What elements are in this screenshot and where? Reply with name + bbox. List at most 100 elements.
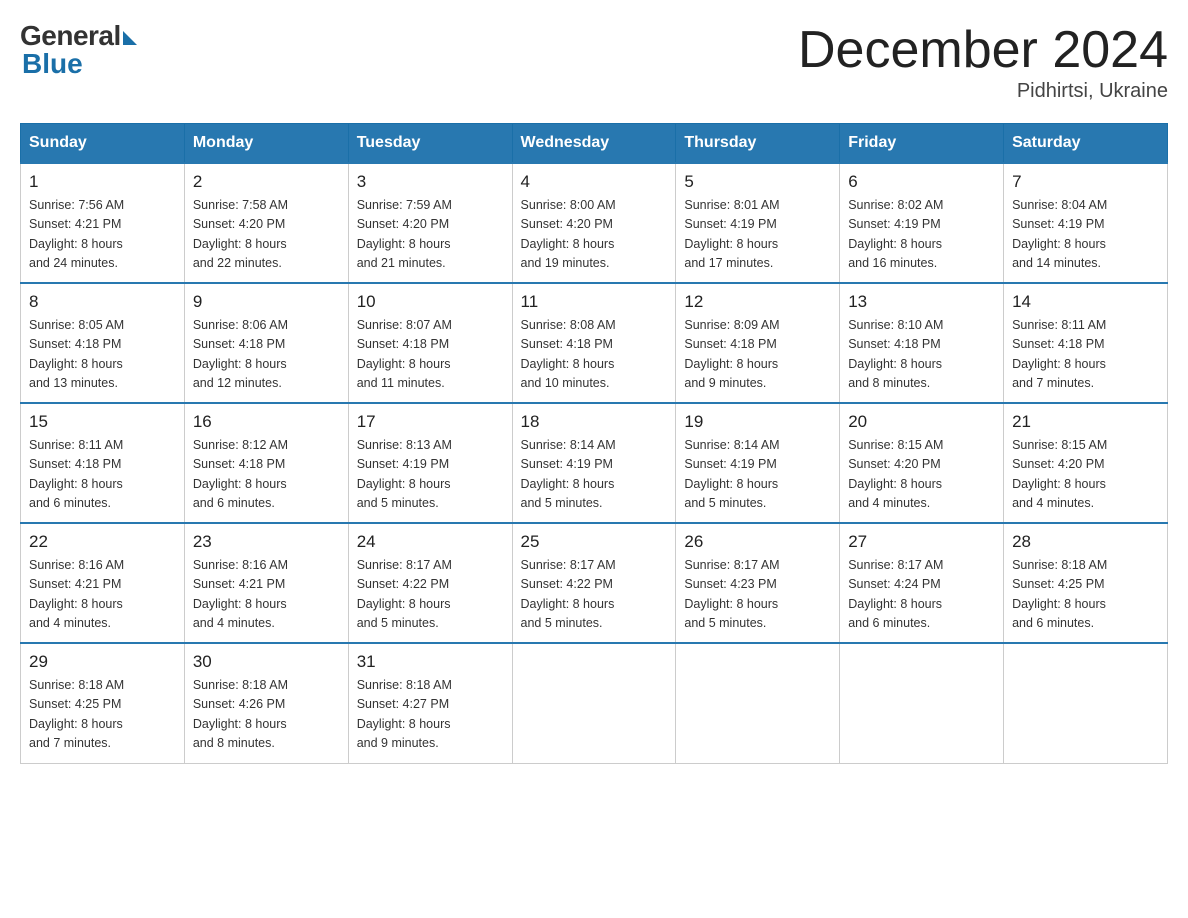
day-number: 21: [1012, 412, 1159, 432]
table-row: 1 Sunrise: 7:56 AM Sunset: 4:21 PM Dayli…: [21, 163, 185, 283]
day-number: 4: [521, 172, 668, 192]
logo-blue-text: Blue: [22, 48, 137, 80]
day-number: 18: [521, 412, 668, 432]
day-number: 5: [684, 172, 831, 192]
day-info: Sunrise: 8:16 AM Sunset: 4:21 PM Dayligh…: [193, 556, 340, 634]
day-number: 1: [29, 172, 176, 192]
col-monday: Monday: [184, 124, 348, 164]
day-number: 27: [848, 532, 995, 552]
day-number: 15: [29, 412, 176, 432]
calendar-week-row: 22 Sunrise: 8:16 AM Sunset: 4:21 PM Dayl…: [21, 523, 1168, 643]
day-number: 13: [848, 292, 995, 312]
day-number: 7: [1012, 172, 1159, 192]
col-wednesday: Wednesday: [512, 124, 676, 164]
table-row: 4 Sunrise: 8:00 AM Sunset: 4:20 PM Dayli…: [512, 163, 676, 283]
col-tuesday: Tuesday: [348, 124, 512, 164]
day-info: Sunrise: 8:11 AM Sunset: 4:18 PM Dayligh…: [29, 436, 176, 514]
day-number: 24: [357, 532, 504, 552]
table-row: 19 Sunrise: 8:14 AM Sunset: 4:19 PM Dayl…: [676, 403, 840, 523]
day-number: 30: [193, 652, 340, 672]
table-row: 22 Sunrise: 8:16 AM Sunset: 4:21 PM Dayl…: [21, 523, 185, 643]
day-info: Sunrise: 8:17 AM Sunset: 4:23 PM Dayligh…: [684, 556, 831, 634]
day-info: Sunrise: 8:14 AM Sunset: 4:19 PM Dayligh…: [521, 436, 668, 514]
table-row: 24 Sunrise: 8:17 AM Sunset: 4:22 PM Dayl…: [348, 523, 512, 643]
calendar-week-row: 15 Sunrise: 8:11 AM Sunset: 4:18 PM Dayl…: [21, 403, 1168, 523]
day-number: 2: [193, 172, 340, 192]
day-info: Sunrise: 8:10 AM Sunset: 4:18 PM Dayligh…: [848, 316, 995, 394]
table-row: 26 Sunrise: 8:17 AM Sunset: 4:23 PM Dayl…: [676, 523, 840, 643]
day-number: 6: [848, 172, 995, 192]
table-row: 12 Sunrise: 8:09 AM Sunset: 4:18 PM Dayl…: [676, 283, 840, 403]
table-row: 30 Sunrise: 8:18 AM Sunset: 4:26 PM Dayl…: [184, 643, 348, 763]
day-info: Sunrise: 8:16 AM Sunset: 4:21 PM Dayligh…: [29, 556, 176, 634]
day-info: Sunrise: 8:18 AM Sunset: 4:25 PM Dayligh…: [1012, 556, 1159, 634]
table-row: 9 Sunrise: 8:06 AM Sunset: 4:18 PM Dayli…: [184, 283, 348, 403]
day-info: Sunrise: 8:12 AM Sunset: 4:18 PM Dayligh…: [193, 436, 340, 514]
table-row: 5 Sunrise: 8:01 AM Sunset: 4:19 PM Dayli…: [676, 163, 840, 283]
col-friday: Friday: [840, 124, 1004, 164]
calendar-header-row: Sunday Monday Tuesday Wednesday Thursday…: [21, 124, 1168, 164]
table-row: 17 Sunrise: 8:13 AM Sunset: 4:19 PM Dayl…: [348, 403, 512, 523]
table-row: 27 Sunrise: 8:17 AM Sunset: 4:24 PM Dayl…: [840, 523, 1004, 643]
table-row: 3 Sunrise: 7:59 AM Sunset: 4:20 PM Dayli…: [348, 163, 512, 283]
day-info: Sunrise: 8:18 AM Sunset: 4:26 PM Dayligh…: [193, 676, 340, 754]
day-info: Sunrise: 8:17 AM Sunset: 4:22 PM Dayligh…: [357, 556, 504, 634]
table-row: 10 Sunrise: 8:07 AM Sunset: 4:18 PM Dayl…: [348, 283, 512, 403]
day-number: 17: [357, 412, 504, 432]
day-number: 12: [684, 292, 831, 312]
day-number: 11: [521, 292, 668, 312]
logo-arrow-icon: [123, 31, 137, 45]
day-info: Sunrise: 8:13 AM Sunset: 4:19 PM Dayligh…: [357, 436, 504, 514]
table-row: 23 Sunrise: 8:16 AM Sunset: 4:21 PM Dayl…: [184, 523, 348, 643]
table-row: 14 Sunrise: 8:11 AM Sunset: 4:18 PM Dayl…: [1004, 283, 1168, 403]
table-row: 25 Sunrise: 8:17 AM Sunset: 4:22 PM Dayl…: [512, 523, 676, 643]
day-number: 20: [848, 412, 995, 432]
day-number: 8: [29, 292, 176, 312]
day-info: Sunrise: 8:06 AM Sunset: 4:18 PM Dayligh…: [193, 316, 340, 394]
day-info: Sunrise: 8:05 AM Sunset: 4:18 PM Dayligh…: [29, 316, 176, 394]
calendar-week-row: 29 Sunrise: 8:18 AM Sunset: 4:25 PM Dayl…: [21, 643, 1168, 763]
calendar-week-row: 1 Sunrise: 7:56 AM Sunset: 4:21 PM Dayli…: [21, 163, 1168, 283]
table-row: 31 Sunrise: 8:18 AM Sunset: 4:27 PM Dayl…: [348, 643, 512, 763]
col-thursday: Thursday: [676, 124, 840, 164]
col-saturday: Saturday: [1004, 124, 1168, 164]
table-row: 7 Sunrise: 8:04 AM Sunset: 4:19 PM Dayli…: [1004, 163, 1168, 283]
day-info: Sunrise: 8:04 AM Sunset: 4:19 PM Dayligh…: [1012, 196, 1159, 274]
table-row: 15 Sunrise: 8:11 AM Sunset: 4:18 PM Dayl…: [21, 403, 185, 523]
day-number: 25: [521, 532, 668, 552]
day-number: 23: [193, 532, 340, 552]
table-row: 16 Sunrise: 8:12 AM Sunset: 4:18 PM Dayl…: [184, 403, 348, 523]
day-info: Sunrise: 7:59 AM Sunset: 4:20 PM Dayligh…: [357, 196, 504, 274]
table-row: 20 Sunrise: 8:15 AM Sunset: 4:20 PM Dayl…: [840, 403, 1004, 523]
col-sunday: Sunday: [21, 124, 185, 164]
table-row: 13 Sunrise: 8:10 AM Sunset: 4:18 PM Dayl…: [840, 283, 1004, 403]
table-row: 2 Sunrise: 7:58 AM Sunset: 4:20 PM Dayli…: [184, 163, 348, 283]
table-row: 21 Sunrise: 8:15 AM Sunset: 4:20 PM Dayl…: [1004, 403, 1168, 523]
day-info: Sunrise: 8:09 AM Sunset: 4:18 PM Dayligh…: [684, 316, 831, 394]
day-info: Sunrise: 8:18 AM Sunset: 4:27 PM Dayligh…: [357, 676, 504, 754]
day-info: Sunrise: 8:18 AM Sunset: 4:25 PM Dayligh…: [29, 676, 176, 754]
table-row: 11 Sunrise: 8:08 AM Sunset: 4:18 PM Dayl…: [512, 283, 676, 403]
day-number: 9: [193, 292, 340, 312]
day-info: Sunrise: 8:15 AM Sunset: 4:20 PM Dayligh…: [1012, 436, 1159, 514]
day-info: Sunrise: 8:02 AM Sunset: 4:19 PM Dayligh…: [848, 196, 995, 274]
day-info: Sunrise: 8:15 AM Sunset: 4:20 PM Dayligh…: [848, 436, 995, 514]
table-row: 29 Sunrise: 8:18 AM Sunset: 4:25 PM Dayl…: [21, 643, 185, 763]
day-info: Sunrise: 8:01 AM Sunset: 4:19 PM Dayligh…: [684, 196, 831, 274]
table-row: 8 Sunrise: 8:05 AM Sunset: 4:18 PM Dayli…: [21, 283, 185, 403]
day-info: Sunrise: 8:17 AM Sunset: 4:24 PM Dayligh…: [848, 556, 995, 634]
table-row: [840, 643, 1004, 763]
day-info: Sunrise: 8:07 AM Sunset: 4:18 PM Dayligh…: [357, 316, 504, 394]
table-row: 18 Sunrise: 8:14 AM Sunset: 4:19 PM Dayl…: [512, 403, 676, 523]
day-number: 16: [193, 412, 340, 432]
day-number: 10: [357, 292, 504, 312]
day-info: Sunrise: 7:58 AM Sunset: 4:20 PM Dayligh…: [193, 196, 340, 274]
day-info: Sunrise: 8:00 AM Sunset: 4:20 PM Dayligh…: [521, 196, 668, 274]
day-number: 14: [1012, 292, 1159, 312]
table-row: [1004, 643, 1168, 763]
day-info: Sunrise: 8:14 AM Sunset: 4:19 PM Dayligh…: [684, 436, 831, 514]
table-row: [512, 643, 676, 763]
day-number: 26: [684, 532, 831, 552]
table-row: [676, 643, 840, 763]
title-block: December 2024 Pidhirtsi, Ukraine: [798, 20, 1168, 103]
